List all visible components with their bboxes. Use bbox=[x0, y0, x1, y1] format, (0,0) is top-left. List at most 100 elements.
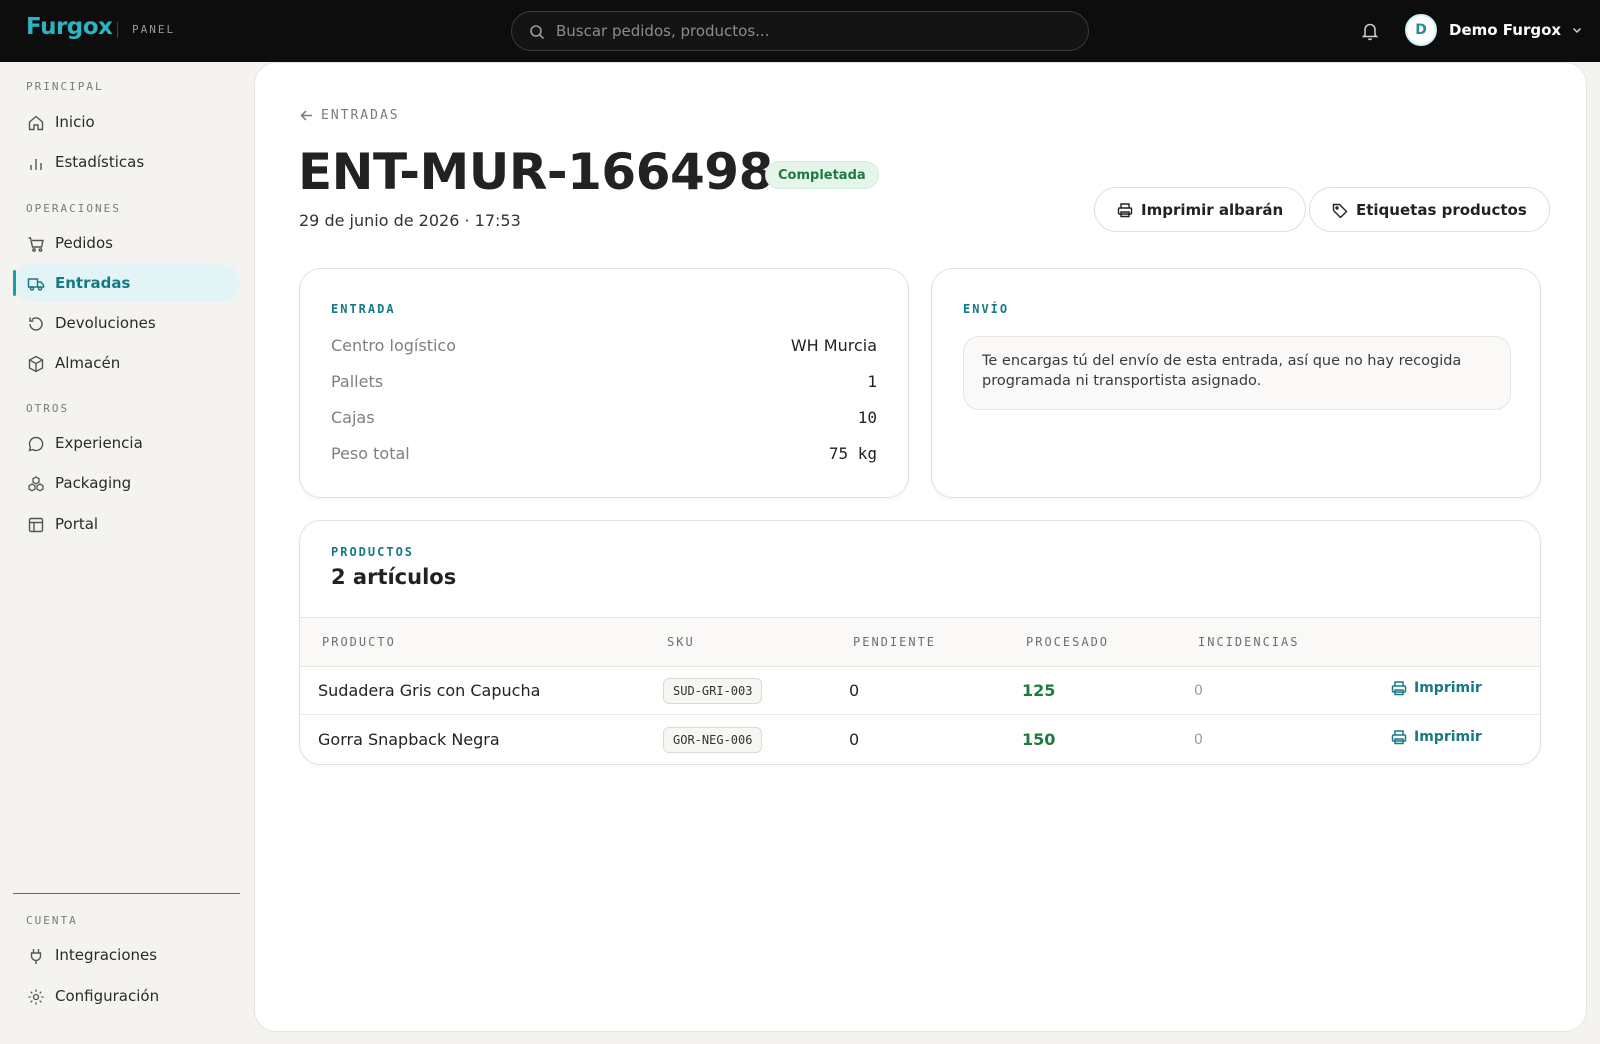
printer-icon bbox=[1117, 202, 1133, 217]
sidebar-item-packaging[interactable]: Packaging bbox=[13, 464, 240, 502]
sidebar-item-entradas[interactable]: Entradas bbox=[13, 264, 240, 302]
sidebar-section-principal: PRINCIPAL bbox=[26, 80, 104, 93]
breadcrumb-back-link[interactable]: ENTRADAS bbox=[300, 108, 400, 123]
envio-card-label: ENVÍO bbox=[963, 302, 1010, 316]
sidebar-item-label: Configuración bbox=[55, 987, 160, 1005]
sidebar-item-configuracion[interactable]: Configuración bbox=[13, 977, 240, 1015]
cart-icon bbox=[28, 237, 44, 252]
status-badge: Completada bbox=[765, 161, 879, 189]
tag-icon bbox=[1332, 203, 1348, 218]
sidebar-item-label: Packaging bbox=[55, 474, 132, 492]
chevron-down-icon bbox=[1573, 27, 1582, 34]
entry-date: 29 de junio de 2026 · 17:53 bbox=[299, 211, 521, 230]
pending-count: 0 bbox=[849, 730, 860, 749]
column-header-producto: PRODUCTO bbox=[322, 635, 396, 649]
sidebar-item-almacen[interactable]: Almacén bbox=[13, 344, 240, 382]
sidebar-item-label: Estadísticas bbox=[55, 153, 145, 171]
sidebar-divider bbox=[13, 893, 240, 894]
print-delivery-note-label: Imprimir albarán bbox=[1141, 200, 1284, 219]
brand-logo[interactable]: Furgox bbox=[26, 14, 113, 40]
detail-label: Peso total bbox=[331, 444, 410, 463]
detail-value: WH Murcia bbox=[790, 336, 877, 355]
search-icon bbox=[530, 25, 545, 40]
table-row: Sudadera Gris con Capucha SUD-GRI-003 0 … bbox=[300, 667, 1540, 715]
sidebar-item-label: Experiencia bbox=[55, 434, 143, 452]
incidents-count: 0 bbox=[1194, 683, 1203, 699]
sidebar-item-label: Inicio bbox=[55, 113, 95, 131]
search-input[interactable] bbox=[556, 12, 1076, 50]
sku-chip: SUD-GRI-003 bbox=[663, 678, 763, 704]
column-header-procesado: PROCESADO bbox=[1026, 635, 1110, 649]
printer-icon bbox=[1391, 730, 1407, 745]
column-header-incidencias: INCIDENCIAS bbox=[1198, 635, 1300, 649]
page-title: ENT-MUR-166498 bbox=[298, 143, 773, 201]
layout-icon bbox=[28, 517, 44, 533]
sidebar-section-otros: OTROS bbox=[26, 402, 70, 415]
product-name: Gorra Snapback Negra bbox=[318, 730, 500, 749]
sidebar-section-operaciones: OPERACIONES bbox=[26, 202, 121, 215]
chat-icon bbox=[28, 436, 44, 452]
sidebar-item-label: Devoluciones bbox=[55, 314, 156, 332]
print-label-button[interactable]: Imprimir bbox=[1391, 680, 1482, 696]
brand-subtitle: PANEL bbox=[132, 23, 176, 36]
print-label-text: Imprimir bbox=[1414, 680, 1482, 696]
top-bar: Furgox PANEL D Demo Furgox bbox=[0, 0, 1600, 62]
table-header: PRODUCTO SKU PENDIENTE PROCESADO INCIDEN… bbox=[300, 617, 1540, 667]
sku-chip: GOR-NEG-006 bbox=[663, 727, 763, 753]
breadcrumb-label: ENTRADAS bbox=[321, 108, 400, 123]
pending-count: 0 bbox=[849, 681, 860, 700]
sidebar-item-pedidos[interactable]: Pedidos bbox=[13, 224, 240, 262]
print-delivery-note-button[interactable]: Imprimir albarán bbox=[1094, 187, 1307, 232]
entrada-card: ENTRADA Centro logístico WH Murcia Palle… bbox=[299, 268, 909, 498]
sidebar-item-devoluciones[interactable]: Devoluciones bbox=[13, 304, 240, 342]
notifications-bell-icon[interactable] bbox=[1361, 21, 1379, 41]
arrow-left-icon bbox=[300, 110, 312, 121]
detail-value: 10 bbox=[857, 408, 877, 427]
return-icon bbox=[29, 317, 43, 331]
user-menu[interactable]: D Demo Furgox bbox=[1405, 14, 1583, 46]
gear-icon bbox=[28, 989, 44, 1005]
productos-card: PRODUCTOS 2 artículos PRODUCTO SKU PENDI… bbox=[299, 520, 1541, 765]
processed-count: 150 bbox=[1022, 730, 1056, 749]
sidebar-item-label: Entradas bbox=[55, 274, 131, 292]
search-bar[interactable] bbox=[511, 11, 1089, 51]
sidebar-item-estadisticas[interactable]: Estadísticas bbox=[13, 143, 240, 181]
boxes-icon bbox=[28, 476, 44, 492]
productos-card-label: PRODUCTOS bbox=[331, 545, 415, 559]
sidebar-item-inicio[interactable]: Inicio bbox=[13, 103, 240, 141]
product-name: Sudadera Gris con Capucha bbox=[318, 681, 541, 700]
sidebar-section-cuenta: CUENTA bbox=[26, 914, 78, 927]
logo-divider bbox=[117, 22, 118, 38]
sidebar-item-experiencia[interactable]: Experiencia bbox=[13, 424, 240, 462]
sidebar-item-portal[interactable]: Portal bbox=[13, 505, 240, 543]
printer-icon bbox=[1391, 681, 1407, 696]
column-header-sku: SKU bbox=[667, 635, 695, 649]
sidebar: PRINCIPAL Inicio Estadísticas OPERACIONE… bbox=[0, 62, 253, 1044]
column-header-pendiente: PENDIENTE bbox=[853, 635, 937, 649]
detail-label: Centro logístico bbox=[331, 336, 457, 355]
avatar: D bbox=[1405, 14, 1437, 46]
product-labels-label: Etiquetas productos bbox=[1356, 200, 1527, 219]
detail-value: 1 bbox=[867, 372, 877, 391]
envio-card: ENVÍO Te encargas tú del envío de esta e… bbox=[931, 268, 1541, 498]
sidebar-item-label: Pedidos bbox=[55, 234, 113, 252]
plug-icon bbox=[30, 949, 42, 964]
productos-count: 2 artículos bbox=[331, 565, 457, 589]
table-row: Gorra Snapback Negra GOR-NEG-006 0 150 0… bbox=[300, 716, 1540, 764]
user-name: Demo Furgox bbox=[1449, 21, 1562, 39]
incidents-count: 0 bbox=[1194, 732, 1203, 748]
box-icon bbox=[28, 355, 44, 373]
home-icon bbox=[28, 115, 44, 131]
detail-value: 75 kg bbox=[828, 444, 877, 463]
detail-label: Pallets bbox=[331, 372, 384, 391]
bar-chart-icon bbox=[30, 159, 42, 170]
sidebar-item-label: Almacén bbox=[55, 354, 121, 372]
print-label-button[interactable]: Imprimir bbox=[1391, 729, 1482, 745]
entrada-card-label: ENTRADA bbox=[331, 302, 396, 316]
sidebar-item-label: Integraciones bbox=[55, 946, 158, 964]
print-label-text: Imprimir bbox=[1414, 729, 1482, 745]
product-labels-button[interactable]: Etiquetas productos bbox=[1309, 187, 1550, 232]
sidebar-item-integraciones[interactable]: Integraciones bbox=[13, 936, 240, 974]
shipping-note: Te encargas tú del envío de esta entrada… bbox=[963, 336, 1511, 410]
detail-label: Cajas bbox=[331, 408, 375, 427]
